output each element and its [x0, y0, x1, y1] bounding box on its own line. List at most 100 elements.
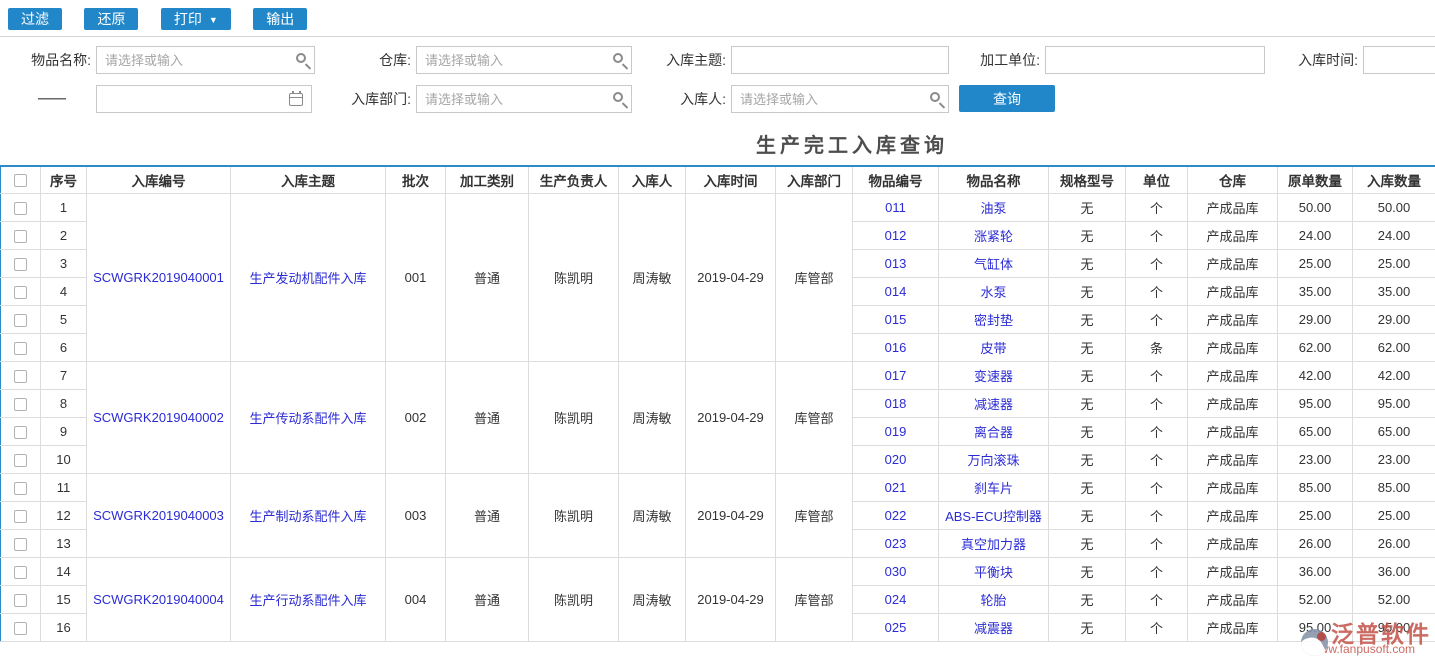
search-icon[interactable] [613, 53, 623, 63]
item-name-link[interactable]: 皮带 [980, 341, 1006, 356]
warehouse-cell: 产成品库 [1188, 193, 1278, 221]
item-name-link-cell: 轮胎 [939, 585, 1049, 613]
item-name-link[interactable]: ABS-ECU控制器 [945, 509, 1042, 524]
row-checkbox[interactable] [14, 286, 27, 299]
item-name-link-cell: 刹车片 [939, 473, 1049, 501]
spec-cell: 无 [1049, 193, 1126, 221]
calendar-icon[interactable] [289, 93, 303, 106]
unit-cell: 个 [1126, 613, 1188, 641]
search-icon[interactable] [613, 92, 623, 102]
entry-no-link[interactable]: SCWGRK2019040001 [93, 270, 224, 285]
inbound-department-input[interactable] [416, 85, 632, 113]
select-all-checkbox[interactable] [14, 174, 27, 187]
row-checkbox[interactable] [14, 426, 27, 439]
item-no-link[interactable]: 018 [885, 396, 907, 411]
item-no-link[interactable]: 021 [885, 480, 907, 495]
item-no-link[interactable]: 014 [885, 284, 907, 299]
item-name-link[interactable]: 平衡块 [974, 565, 1013, 580]
item-no-link[interactable]: 012 [885, 228, 907, 243]
search-icon[interactable] [930, 92, 940, 102]
row-checkbox-cell [1, 501, 41, 529]
inbound-qty-cell: 52.00 [1353, 585, 1435, 613]
item-name-link[interactable]: 减速器 [974, 397, 1013, 412]
restore-button[interactable]: 还原 [84, 8, 138, 30]
inbound-time-input[interactable] [1363, 46, 1435, 74]
entry-no-link-cell: SCWGRK2019040002 [87, 361, 231, 473]
subject-link[interactable]: 生产行动系配件入库 [249, 593, 366, 608]
row-checkbox[interactable] [14, 342, 27, 355]
item-no-link[interactable]: 015 [885, 312, 907, 327]
item-name-link[interactable]: 轮胎 [980, 593, 1006, 608]
row-checkbox[interactable] [14, 258, 27, 271]
item-no-link[interactable]: 020 [885, 452, 907, 467]
entry-no-link[interactable]: SCWGRK2019040003 [93, 508, 224, 523]
item-name-link[interactable]: 气缸体 [974, 257, 1013, 272]
row-number-cell: 6 [41, 333, 87, 361]
item-name-link[interactable]: 刹车片 [974, 481, 1013, 496]
row-checkbox[interactable] [14, 314, 27, 327]
inbound-department-cell: 库管部 [776, 361, 853, 473]
item-no-link[interactable]: 024 [885, 592, 907, 607]
item-name-link[interactable]: 密封垫 [974, 313, 1013, 328]
item-name-link[interactable]: 变速器 [974, 369, 1013, 384]
item-no-link[interactable]: 013 [885, 256, 907, 271]
query-button[interactable]: 查询 [959, 85, 1055, 112]
spec-cell: 无 [1049, 333, 1126, 361]
print-button[interactable]: 打印▼ [161, 8, 231, 30]
chevron-down-icon: ▼ [209, 15, 218, 25]
item-name-link[interactable]: 万向滚珠 [967, 453, 1019, 468]
row-checkbox[interactable] [14, 202, 27, 215]
row-checkbox[interactable] [14, 566, 27, 579]
inbound-subject-input[interactable] [731, 46, 949, 74]
item-no-link-cell: 014 [853, 277, 939, 305]
table-row: 11SCWGRK2019040003生产制动系配件入库003普通陈凯明周涛敏20… [1, 473, 1435, 501]
item-no-link[interactable]: 019 [885, 424, 907, 439]
entry-no-link[interactable]: SCWGRK2019040002 [93, 410, 224, 425]
original-qty-cell: 42.00 [1278, 361, 1353, 389]
row-checkbox[interactable] [14, 538, 27, 551]
item-no-link-cell: 011 [853, 193, 939, 221]
item-name-link[interactable]: 水泵 [980, 285, 1006, 300]
processing-unit-input[interactable] [1045, 46, 1265, 74]
date-end-input[interactable] [96, 85, 312, 113]
subject-link[interactable]: 生产制动系配件入库 [249, 509, 366, 524]
unit-cell: 个 [1126, 557, 1188, 585]
row-checkbox-cell [1, 613, 41, 641]
item-name-link[interactable]: 减震器 [974, 621, 1013, 636]
item-no-link[interactable]: 022 [885, 508, 907, 523]
inbound-qty-cell: 42.00 [1353, 361, 1435, 389]
row-checkbox[interactable] [14, 482, 27, 495]
item-name-link[interactable]: 涨紧轮 [974, 229, 1013, 244]
subject-link[interactable]: 生产发动机配件入库 [249, 271, 366, 286]
item-name-link[interactable]: 油泵 [980, 201, 1006, 216]
item-no-link[interactable]: 017 [885, 368, 907, 383]
column-header-9: 入库部门 [776, 166, 853, 193]
item-name-link[interactable]: 真空加力器 [961, 537, 1026, 552]
item-name-input[interactable] [96, 46, 315, 74]
row-checkbox[interactable] [14, 454, 27, 467]
entry-no-link[interactable]: SCWGRK2019040004 [93, 592, 224, 607]
item-no-link[interactable]: 016 [885, 340, 907, 355]
subject-link[interactable]: 生产传动系配件入库 [249, 411, 366, 426]
spec-cell: 无 [1049, 473, 1126, 501]
warehouse-input[interactable] [416, 46, 632, 74]
spec-cell: 无 [1049, 445, 1126, 473]
row-checkbox[interactable] [14, 370, 27, 383]
filter-button[interactable]: 过滤 [8, 8, 62, 30]
row-checkbox[interactable] [14, 594, 27, 607]
item-name-link[interactable]: 离合器 [974, 425, 1013, 440]
item-no-link[interactable]: 030 [885, 564, 907, 579]
row-number-cell: 8 [41, 389, 87, 417]
item-no-link[interactable]: 023 [885, 536, 907, 551]
row-checkbox[interactable] [14, 230, 27, 243]
item-no-link[interactable]: 025 [885, 620, 907, 635]
row-checkbox[interactable] [14, 510, 27, 523]
inbound-qty-cell: 25.00 [1353, 501, 1435, 529]
row-checkbox[interactable] [14, 398, 27, 411]
row-checkbox[interactable] [14, 622, 27, 635]
export-button[interactable]: 输出 [253, 8, 307, 30]
inbound-person-input[interactable] [731, 85, 949, 113]
search-icon[interactable] [296, 53, 306, 63]
item-no-link-cell: 030 [853, 557, 939, 585]
item-no-link[interactable]: 011 [885, 200, 906, 215]
